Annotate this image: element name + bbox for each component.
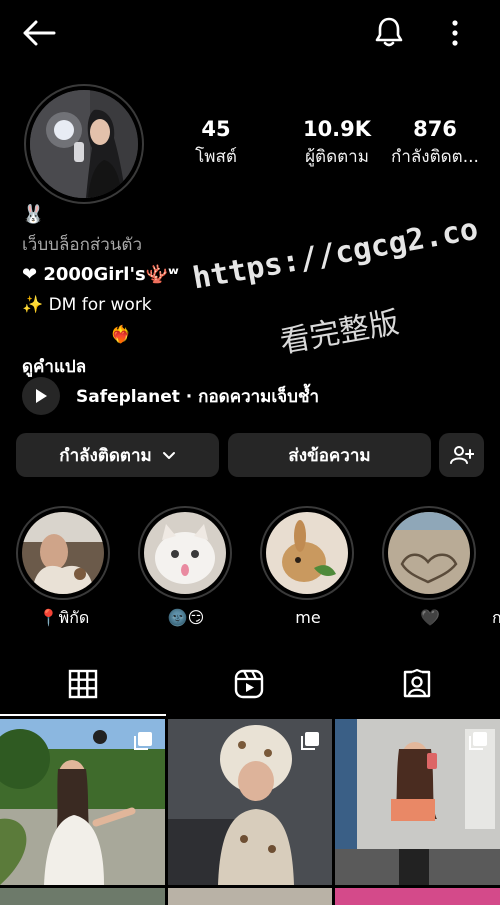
highlight-thumbnail — [144, 512, 226, 594]
profile-tabs — [0, 656, 500, 718]
following-button-label: กำลังติดตาม — [59, 445, 152, 466]
suggested-users-button[interactable] — [439, 433, 484, 477]
highlight-item[interactable]: ก — [492, 506, 500, 628]
followers-count: 10.9K — [302, 117, 372, 141]
grid-icon — [68, 669, 98, 699]
post-thumbnail[interactable] — [0, 888, 165, 905]
bio-emoji-line: 🐰 — [22, 204, 45, 225]
followers-label: ผู้ติดตาม — [305, 147, 369, 167]
bio-name-line: ❤ 2000Girl's🪸ʷ — [22, 264, 179, 285]
more-vertical-icon — [452, 20, 458, 46]
add-user-icon — [449, 446, 474, 464]
following-stat[interactable]: 876 กำลังติดต... — [380, 114, 490, 170]
play-button[interactable] — [22, 377, 60, 415]
play-icon — [36, 389, 47, 403]
tab-posts[interactable] — [53, 666, 113, 702]
highlight-thumbnail — [388, 512, 470, 594]
tab-tagged[interactable] — [387, 666, 447, 702]
highlight-label: ก — [492, 608, 500, 627]
profile-music[interactable]: Safeplanet · กอดความเจ็บช้ำ — [22, 376, 319, 416]
highlight-item[interactable]: 📍พิกัด — [16, 506, 112, 628]
profile-actions: กำลังติดตาม ส่งข้อความ — [16, 433, 486, 477]
bio-fire-line: ❤️‍🔥 — [110, 325, 132, 345]
profile-stats: 45 โพสต์ 10.9K ผู้ติดตาม 876 กำลังติดต..… — [176, 114, 486, 178]
story-highlights: 📍พิกัด 🌚😏 me 🖤 ก — [0, 506, 500, 636]
posts-stat[interactable]: 45 โพสต์ — [176, 114, 256, 170]
highlight-label: 🖤 — [420, 608, 440, 627]
highlight-item[interactable]: 🌚😏 — [138, 506, 234, 628]
back-button[interactable] — [20, 16, 58, 50]
post-thumbnail[interactable] — [335, 719, 500, 885]
chevron-down-icon — [162, 451, 176, 460]
followers-stat[interactable]: 10.9K ผู้ติดตาม — [282, 114, 392, 170]
highlight-thumbnail — [22, 512, 104, 594]
message-button[interactable]: ส่งข้อความ — [228, 433, 431, 477]
tab-reels[interactable] — [219, 666, 279, 702]
profile-avatar[interactable] — [24, 84, 144, 204]
following-label: กำลังติดต... — [391, 147, 479, 167]
posts-count: 45 — [201, 117, 231, 141]
highlight-thumbnail — [266, 512, 348, 594]
top-bar — [0, 0, 500, 66]
highlight-item[interactable]: me — [260, 506, 356, 628]
highlight-label: 🌚😏 — [167, 608, 205, 627]
reels-icon — [234, 669, 264, 699]
post-thumbnail[interactable] — [335, 888, 500, 905]
post-thumbnail[interactable] — [168, 719, 332, 885]
profile-bio: 🐰 เว็บบล็อกส่วนตัว ❤ 2000Girl's🪸ʷ ✨ DM f… — [22, 200, 482, 382]
multiple-photos-icon — [134, 732, 152, 750]
highlight-label: me — [295, 608, 321, 627]
following-count: 876 — [413, 117, 457, 141]
music-title: Safeplanet · กอดความเจ็บช้ำ — [76, 386, 320, 407]
arrow-left-icon — [23, 20, 56, 46]
highlight-label: 📍พิกัด — [38, 608, 90, 627]
post-thumbnail[interactable] — [168, 888, 332, 905]
posts-grid — [0, 719, 500, 905]
message-button-label: ส่งข้อความ — [288, 445, 371, 466]
more-options-button[interactable] — [440, 14, 470, 52]
posts-label: โพสต์ — [195, 147, 237, 167]
multiple-photos-icon — [469, 732, 487, 750]
bell-icon — [375, 17, 403, 47]
notifications-button[interactable] — [370, 12, 408, 52]
bio-category: เว็บบล็อกส่วนตัว — [22, 235, 142, 255]
highlight-item[interactable]: 🖤 — [382, 506, 478, 628]
avatar-photo — [30, 90, 138, 198]
following-button[interactable]: กำลังติดตาม — [16, 433, 219, 477]
multiple-photos-icon — [301, 732, 319, 750]
active-tab-indicator — [0, 714, 166, 716]
bio-work-line: ✨ DM for work — [22, 295, 152, 315]
tagged-icon — [403, 668, 431, 698]
post-thumbnail[interactable] — [0, 719, 165, 885]
